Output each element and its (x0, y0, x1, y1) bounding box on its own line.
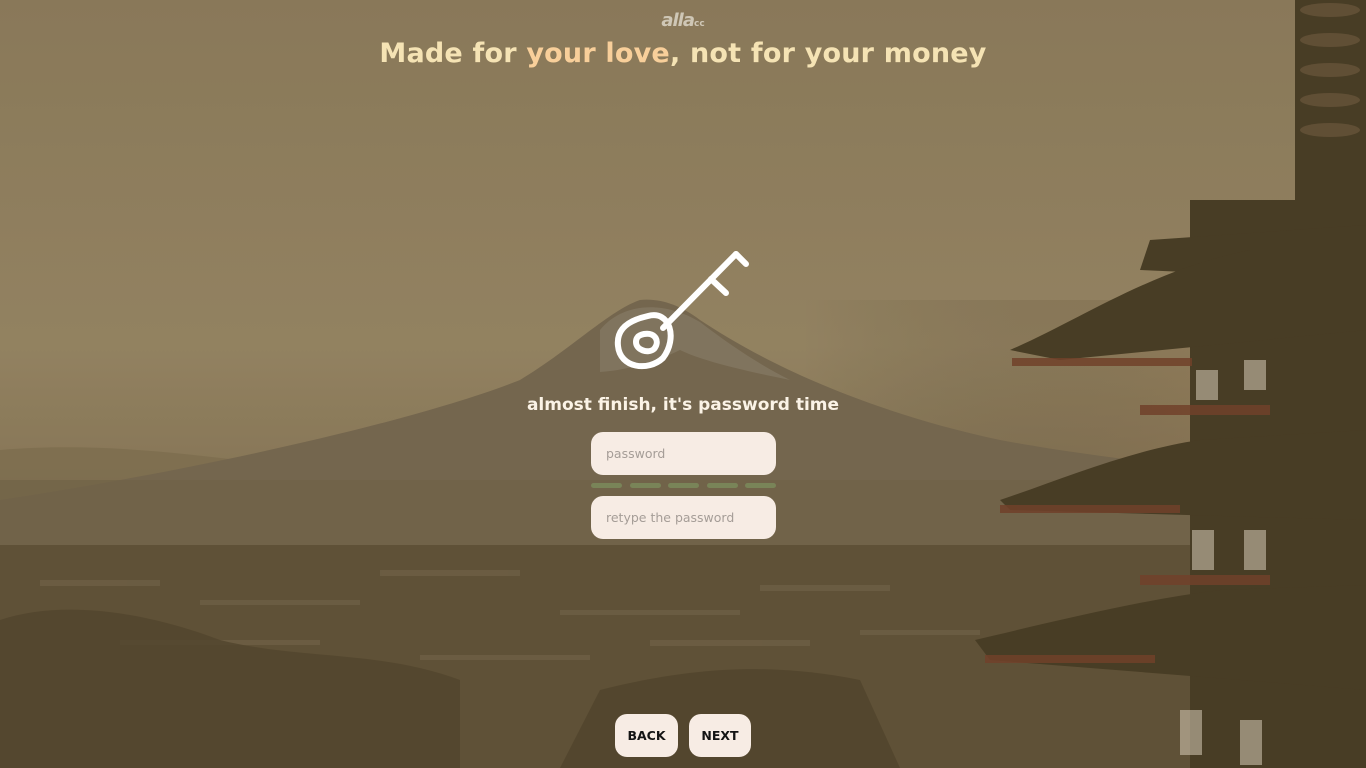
landscape-illustration (0, 0, 1366, 768)
back-button[interactable]: BACK (615, 714, 678, 757)
strength-segment (629, 483, 661, 488)
strength-segment (668, 483, 699, 488)
retype-password-field[interactable] (591, 496, 776, 539)
step-prompt: almost finish, it's password time (526, 395, 840, 415)
headline-part1: Made for (379, 38, 527, 69)
brand-logo[interactable]: allacc (0, 10, 1366, 31)
page-headline: Made for your love, not for your money (0, 38, 1366, 69)
logo-sub: cc (693, 19, 705, 29)
next-button[interactable]: NEXT (689, 714, 751, 757)
logo-main: alla (661, 10, 695, 31)
key-icon (614, 251, 749, 369)
strength-segment (745, 483, 776, 488)
password-strength-meter (591, 483, 776, 488)
password-field[interactable] (591, 432, 776, 475)
background-photo (0, 0, 1366, 768)
strength-segment (706, 483, 738, 488)
headline-part2: , not for your money (669, 38, 987, 69)
headline-accent: your love (526, 38, 670, 69)
strength-segment (591, 483, 622, 488)
